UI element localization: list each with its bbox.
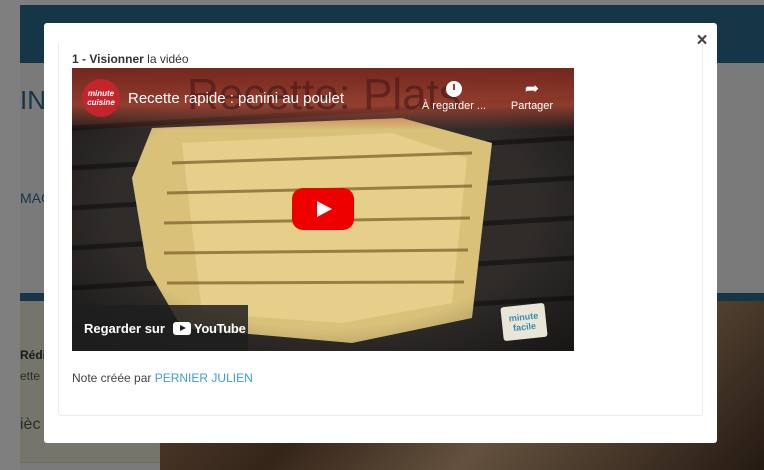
youtube-video-player[interactable]: Recette: Plats minute cuisine Recette ra…	[72, 68, 574, 351]
clock-icon	[414, 78, 494, 100]
step-rest: la vidéo	[143, 52, 189, 66]
play-button[interactable]	[292, 188, 354, 230]
modal-content: 1 - Visionner la vidéo Recette: Plats mi…	[58, 43, 703, 416]
video-title[interactable]: Recette rapide : panini au poulet	[128, 90, 344, 107]
step-number: 1 -	[72, 52, 90, 66]
watch-on-youtube-button[interactable]: Regarder sur YouTube	[72, 305, 248, 351]
youtube-play-icon	[172, 321, 191, 335]
channel-logo-line1: minute	[87, 89, 115, 98]
watch-later-label: À regarder ...	[421, 100, 487, 112]
youtube-logo: YouTube	[172, 320, 246, 336]
share-button[interactable]: ➦ Partager	[502, 78, 562, 112]
watch-on-label: Regarder sur	[84, 320, 165, 336]
share-icon: ➦	[524, 79, 540, 98]
watch-later-button[interactable]: À regarder ...	[414, 78, 494, 112]
brand-badge: minute facile	[500, 302, 548, 342]
channel-avatar[interactable]: minute cuisine	[82, 79, 120, 117]
video-modal: × 1 - Visionner la vidéo Recette: Plats …	[44, 23, 717, 443]
note-credit: Note créée par PERNIER JULIEN	[72, 371, 253, 385]
note-prefix: Note créée par	[72, 371, 155, 385]
step-action: Visionner	[89, 52, 144, 66]
note-author-link[interactable]: PERNIER JULIEN	[155, 371, 253, 385]
share-label: Partager	[510, 100, 554, 112]
brand-badge-line2: facile	[512, 320, 537, 334]
youtube-logo-text: YouTube	[193, 320, 246, 336]
step-label: 1 - Visionner la vidéo	[72, 52, 189, 66]
channel-logo-line2: cuisine	[87, 98, 115, 107]
